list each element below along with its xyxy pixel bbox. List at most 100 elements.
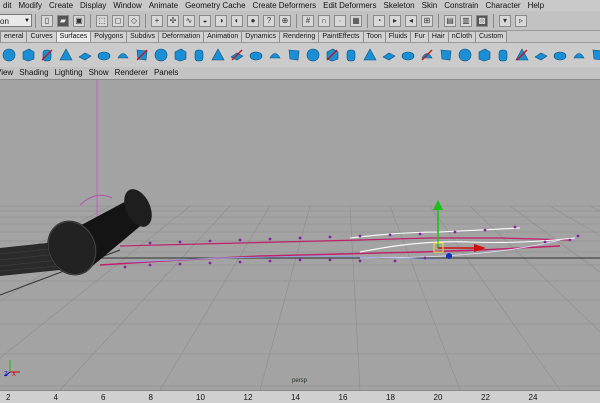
menu-window[interactable]: Window: [110, 0, 145, 11]
time-slider[interactable]: 2 4 6 8 10 12 14 16 18 20 22 24: [0, 390, 600, 403]
cube-icon[interactable]: [21, 48, 35, 62]
select-object-icon[interactable]: ◻: [112, 14, 124, 27]
tab-curves[interactable]: Curves: [26, 31, 57, 42]
mask-curves-icon[interactable]: ∿: [183, 14, 195, 27]
menu-create[interactable]: Create: [46, 0, 77, 11]
tab-polygons[interactable]: Polygons: [90, 31, 128, 42]
tab-painteffects[interactable]: PaintEffects: [318, 31, 364, 42]
viewport-scene[interactable]: [0, 80, 600, 390]
mask-rendering-icon[interactable]: ●: [247, 14, 259, 27]
manip-y-arrow[interactable]: [433, 200, 443, 210]
tab-ncloth[interactable]: nCloth: [447, 31, 476, 42]
sphere-icon[interactable]: [2, 48, 16, 62]
menu-animate[interactable]: Animate: [146, 0, 182, 11]
panel-menu-lighting[interactable]: Lighting: [53, 67, 87, 79]
nurbs-curves[interactable]: [99, 227, 576, 266]
panel-menu-view[interactable]: View: [0, 67, 17, 79]
panel-menu-shading[interactable]: Shading: [17, 67, 52, 79]
lock-selection-icon[interactable]: ⊕: [279, 14, 291, 27]
intersect-icon[interactable]: [325, 48, 339, 62]
offset-icon[interactable]: [515, 48, 529, 62]
untrim-icon[interactable]: [382, 48, 396, 62]
tab-deformation[interactable]: Deformation: [157, 31, 205, 42]
menu-create-deformers[interactable]: Create Deformers: [250, 0, 321, 11]
render-settings-icon[interactable]: ▩: [476, 14, 488, 27]
cone-icon[interactable]: [59, 48, 73, 62]
insert-isoparm-icon[interactable]: [477, 48, 491, 62]
mask-misc-icon[interactable]: ?: [263, 14, 275, 27]
round-icon[interactable]: [572, 48, 586, 62]
loft-icon[interactable]: [173, 48, 187, 62]
select-hierarchy-icon[interactable]: ⬚: [96, 14, 108, 27]
tab-fluids[interactable]: Fluids: [384, 31, 412, 42]
ipr-render-icon[interactable]: ▥: [460, 14, 472, 27]
guide-curve[interactable]: [129, 255, 441, 263]
menu-character[interactable]: Character: [482, 0, 524, 11]
open-scene-icon[interactable]: ▰: [57, 14, 69, 27]
selected-curve[interactable]: [99, 245, 561, 266]
planar-icon[interactable]: [192, 48, 206, 62]
snap-view-plane-icon[interactable]: ▦: [350, 14, 362, 27]
history-icon[interactable]: ◔: [373, 14, 385, 27]
render-current-frame-icon[interactable]: ▤: [444, 14, 456, 27]
tab-surfaces[interactable]: Surfaces: [55, 31, 92, 42]
rebuild-icon[interactable]: [534, 48, 548, 62]
menu-skin[interactable]: Skin: [419, 0, 442, 11]
menu-geometry-cache[interactable]: Geometry Cache: [182, 0, 249, 11]
extrude-icon[interactable]: [211, 48, 225, 62]
menu-help[interactable]: Help: [525, 0, 548, 11]
square-icon[interactable]: [135, 48, 149, 62]
tab-dynamics[interactable]: Dynamics: [241, 31, 280, 42]
mask-joints-icon[interactable]: ✣: [167, 14, 179, 27]
snap-point-icon[interactable]: ∙: [334, 14, 346, 27]
tab-fur[interactable]: Fur: [410, 31, 429, 42]
boundary-icon[interactable]: [249, 48, 263, 62]
new-scene-icon[interactable]: ▯: [41, 14, 53, 27]
extend-icon[interactable]: [496, 48, 510, 62]
menu-modify[interactable]: Modify: [15, 0, 46, 11]
tab-subdivs[interactable]: Subdivs: [126, 31, 159, 42]
panel-menu-show[interactable]: Show: [87, 67, 113, 79]
manip-x-arrow[interactable]: [474, 244, 486, 252]
trim-icon[interactable]: [363, 48, 377, 62]
detach-icon[interactable]: [420, 48, 434, 62]
construction-history-icon[interactable]: ⊞: [421, 14, 433, 27]
snap-curve-icon[interactable]: ∩: [318, 14, 330, 27]
circle-icon[interactable]: [116, 48, 130, 62]
stitch-icon[interactable]: [591, 48, 600, 62]
menu-set-dropdown[interactable]: on ▼: [0, 14, 32, 27]
panel-menu-renderer[interactable]: Renderer: [113, 67, 152, 79]
revolve-icon[interactable]: [154, 48, 168, 62]
square-surface-icon[interactable]: [268, 48, 282, 62]
sidebar-toggle-icon[interactable]: ▹: [515, 14, 527, 27]
output-ops-icon[interactable]: ◂: [405, 14, 417, 27]
highlight-curve[interactable]: [359, 239, 561, 259]
tab-toon[interactable]: Toon: [362, 31, 386, 42]
snap-grid-icon[interactable]: #: [302, 14, 314, 27]
menu-constrain[interactable]: Constrain: [441, 0, 482, 11]
tab-eneral[interactable]: eneral: [0, 31, 28, 42]
attach-icon[interactable]: [401, 48, 415, 62]
bevel-icon[interactable]: [287, 48, 301, 62]
torus-icon[interactable]: [97, 48, 111, 62]
bevel-plus-icon[interactable]: [306, 48, 320, 62]
panel-menu-panels[interactable]: Panels: [152, 67, 182, 79]
menu-dit[interactable]: dit: [0, 0, 15, 11]
mask-dynamics-icon[interactable]: ◐: [231, 14, 243, 27]
highlight-curve[interactable]: [349, 227, 521, 239]
tab-hair[interactable]: Hair: [427, 31, 449, 42]
select-component-icon[interactable]: ◇: [128, 14, 140, 27]
tab-custom[interactable]: Custom: [475, 31, 508, 42]
birail-icon[interactable]: [230, 48, 244, 62]
cylinder-icon[interactable]: [40, 48, 54, 62]
tab-rendering[interactable]: Rendering: [279, 31, 320, 42]
menu-display[interactable]: Display: [77, 0, 110, 11]
plane-icon[interactable]: [78, 48, 92, 62]
manip-z-handle[interactable]: [446, 253, 452, 259]
input-ops-icon[interactable]: ▸: [389, 14, 401, 27]
menu-skeleton[interactable]: Skeleton: [380, 0, 418, 11]
mask-surfaces-icon[interactable]: ◒: [199, 14, 211, 27]
save-scene-icon[interactable]: ▣: [73, 14, 85, 27]
align-icon[interactable]: [439, 48, 453, 62]
menu-edit-deformers[interactable]: Edit Deformers: [320, 0, 380, 11]
